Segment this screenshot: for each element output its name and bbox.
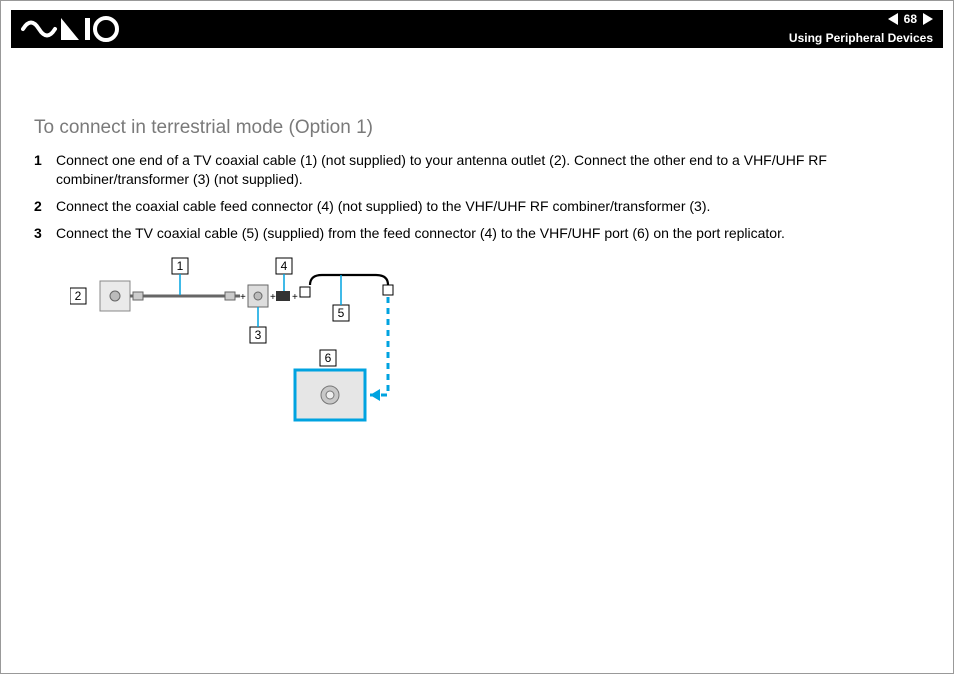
connection-diagram: 2 1 + + 3 + 4 5 6: [70, 255, 470, 455]
svg-text:+: +: [292, 292, 298, 303]
step-text: Connect one end of a TV coaxial cable (1…: [56, 152, 827, 187]
step-text: Connect the TV coaxial cable (5) (suppli…: [56, 225, 785, 241]
section-title: Using Peripheral Devices: [789, 31, 933, 45]
next-page-arrow[interactable]: [923, 13, 933, 25]
svg-text:+: +: [270, 292, 276, 303]
step-number: 3: [34, 224, 42, 243]
callout-5: 5: [338, 306, 345, 320]
step-item: 1 Connect one end of a TV coaxial cable …: [34, 151, 920, 189]
callout-3: 3: [255, 328, 262, 342]
page-nav: 68: [888, 12, 933, 26]
step-text: Connect the coaxial cable feed connector…: [56, 198, 710, 214]
callout-6: 6: [325, 351, 332, 365]
step-number: 1: [34, 151, 42, 170]
step-number: 2: [34, 197, 42, 216]
step-item: 3 Connect the TV coaxial cable (5) (supp…: [34, 224, 920, 243]
prev-page-arrow[interactable]: [888, 13, 898, 25]
page-number: 68: [904, 12, 917, 26]
content: To connect in terrestrial mode (Option 1…: [34, 117, 920, 251]
callout-1: 1: [177, 259, 184, 273]
header-bar: 68 Using Peripheral Devices: [11, 10, 943, 48]
svg-text:+: +: [240, 292, 246, 303]
steps-list: 1 Connect one end of a TV coaxial cable …: [34, 151, 920, 243]
subsection-heading: To connect in terrestrial mode (Option 1…: [34, 117, 920, 139]
callout-2: 2: [75, 289, 82, 303]
callout-4: 4: [281, 259, 288, 273]
vaio-logo: [21, 16, 141, 42]
step-item: 2 Connect the coaxial cable feed connect…: [34, 197, 920, 216]
